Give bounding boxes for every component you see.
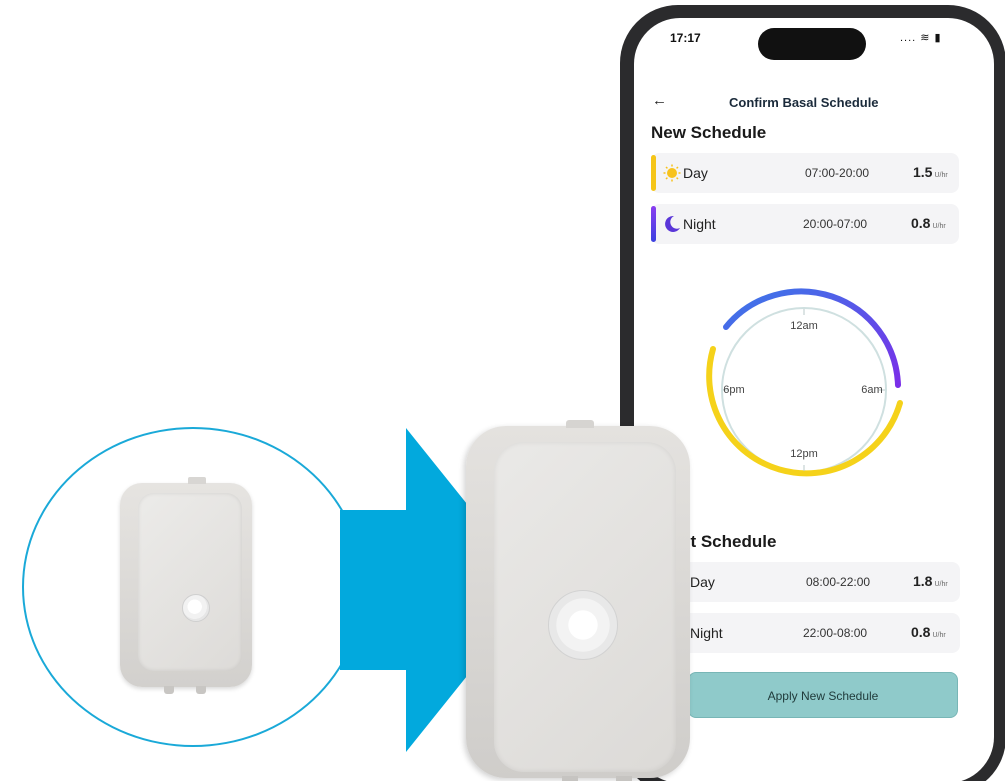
row-label: Day [690, 574, 715, 590]
row-label: Night [690, 625, 723, 641]
row-label: Night [683, 216, 716, 232]
day-color-bar [651, 155, 656, 191]
new-schedule-row-day: Day 07:00-20:00 1.5 U/hr [651, 153, 959, 193]
row-label: Day [683, 165, 708, 181]
small-insulin-pump [120, 477, 252, 694]
row-time: 22:00-08:00 [803, 626, 868, 640]
row-value: 0.8 U/hr [911, 215, 946, 231]
status-time: 17:17 [670, 31, 701, 45]
moon-icon [665, 215, 680, 232]
current-schedule-row-night: Night 22:00-08:00 0.8 U/hr [660, 613, 960, 653]
new-schedule-row-night: Night 20:00-07:00 0.8 U/hr [651, 204, 959, 244]
row-value: 1.8 U/hr [913, 573, 948, 589]
dynamic-island [758, 28, 866, 60]
row-value: 1.5 U/hr [913, 164, 948, 180]
phone-side-button [1001, 245, 1005, 345]
sun-icon [663, 164, 681, 182]
status-icons: .... ≋ ▮ [900, 32, 942, 44]
night-color-bar [651, 206, 656, 242]
clock-label-12pm: 12pm [790, 448, 818, 460]
large-device-tab [566, 420, 594, 428]
clock-label-6pm: 6pm [723, 384, 744, 396]
new-schedule-title: New Schedule [651, 123, 767, 142]
schedule-clock: 12am 6am 12pm 6pm [706, 288, 903, 477]
current-schedule-row-day: Day 08:00-22:00 1.8 U/hr [660, 562, 960, 602]
screen-title: Confirm Basal Schedule [729, 95, 879, 110]
row-time: 20:00-07:00 [803, 217, 868, 231]
small-device-tab [188, 477, 206, 484]
apply-new-schedule-button[interactable]: Apply New Schedule [688, 672, 958, 718]
row-value: 0.8 U/hr [911, 624, 946, 640]
small-device-button [182, 594, 210, 622]
large-insulin-pump [466, 420, 690, 781]
large-device-foot [562, 776, 578, 781]
large-device-foot [616, 776, 632, 781]
clock-label-12am: 12am [790, 320, 818, 332]
back-arrow-icon[interactable]: ← [652, 92, 667, 109]
small-device-foot [164, 686, 174, 694]
large-device-button [548, 590, 618, 660]
row-time: 08:00-22:00 [806, 575, 871, 589]
clock-label-6am: 6am [861, 384, 882, 396]
small-device-face [138, 493, 242, 671]
small-device-foot [196, 686, 206, 694]
row-time: 07:00-20:00 [805, 166, 870, 180]
